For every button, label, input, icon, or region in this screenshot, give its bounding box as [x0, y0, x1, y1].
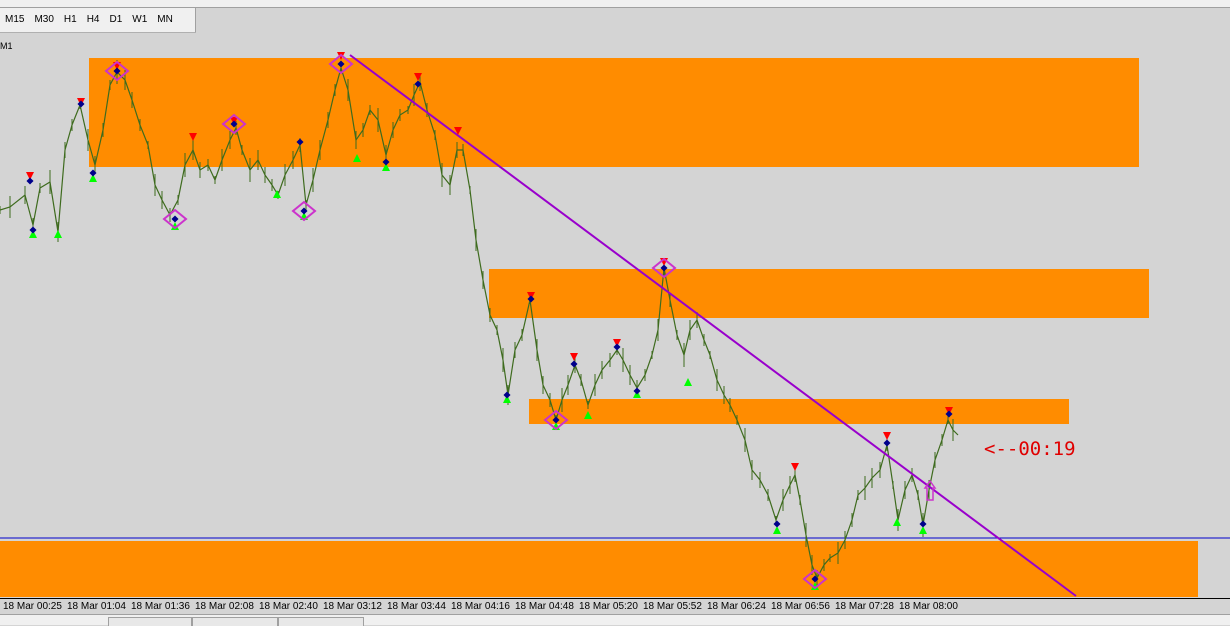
- pivot-dot: [29, 226, 37, 234]
- time-axis-label: 18 Mar 04:16: [451, 601, 510, 612]
- pivot-dot: [26, 177, 34, 185]
- pivot-dot: [171, 215, 179, 223]
- time-axis-label: 18 Mar 04:48: [515, 601, 574, 612]
- time-axis-label: 18 Mar 06:24: [707, 601, 766, 612]
- pivot-dot: [77, 100, 85, 108]
- fractal-up-arrow: [893, 518, 901, 526]
- time-axis-label: 18 Mar 07:28: [835, 601, 894, 612]
- time-axis-label: 18 Mar 02:40: [259, 601, 318, 612]
- pivot-dot: [883, 439, 891, 447]
- time-axis-label: 18 Mar 06:56: [771, 601, 830, 612]
- main-toolbar-strip: [0, 0, 1230, 8]
- supply-demand-zone: [0, 541, 1198, 597]
- pivot-dot: [919, 520, 927, 528]
- timeframe-h1[interactable]: H1: [59, 10, 82, 30]
- timeframe-w1[interactable]: W1: [127, 10, 152, 30]
- timeframe-m30[interactable]: M30: [29, 10, 58, 30]
- pivot-dot: [773, 520, 781, 528]
- chart-tabs-bar: [0, 614, 1230, 626]
- fractal-up-arrow: [54, 230, 62, 238]
- timeframe-m15[interactable]: M15: [0, 10, 29, 30]
- supply-demand-zone: [489, 269, 1149, 318]
- time-axis-label: 18 Mar 01:04: [67, 601, 126, 612]
- time-axis-label: 18 Mar 00:25: [3, 601, 62, 612]
- time-axis-label: 18 Mar 02:08: [195, 601, 254, 612]
- time-axis: 18 Mar 00:25 18 Mar 01:04 18 Mar 01:36 1…: [0, 598, 1230, 615]
- pivot-dot: [633, 387, 641, 395]
- chart-canvas[interactable]: [0, 33, 1230, 598]
- timeframe-h4[interactable]: H4: [82, 10, 105, 30]
- fractal-down-arrow: [791, 463, 799, 471]
- time-axis-label: 18 Mar 03:12: [323, 601, 382, 612]
- timeframe-d1[interactable]: D1: [105, 10, 128, 30]
- chart-tab[interactable]: [278, 617, 364, 626]
- fractal-down-arrow: [883, 432, 891, 440]
- timeframe-toolbar: M15 M30 H1 H4 D1 W1 MN: [0, 8, 196, 33]
- fractal-down-arrow: [570, 353, 578, 361]
- time-axis-label: 18 Mar 05:52: [643, 601, 702, 612]
- toolbar-separator: [195, 8, 196, 32]
- pivot-dot: [613, 343, 621, 351]
- bar-countdown-timer: <--00:19: [984, 438, 1076, 460]
- pivot-dot: [570, 360, 578, 368]
- chart-tab[interactable]: [192, 617, 278, 626]
- fractal-up-arrow: [684, 378, 692, 386]
- time-axis-label: 18 Mar 05:20: [579, 601, 638, 612]
- chart-symbol-label: M1: [0, 41, 13, 51]
- supply-demand-zone: [89, 58, 1139, 167]
- chart-tab[interactable]: [108, 617, 192, 626]
- supply-demand-zone: [529, 399, 1069, 424]
- time-axis-label: 18 Mar 01:36: [131, 601, 190, 612]
- price-chart[interactable]: [0, 33, 1230, 598]
- pivot-dot: [503, 391, 511, 399]
- time-axis-label: 18 Mar 08:00: [899, 601, 958, 612]
- time-axis-label: 18 Mar 03:44: [387, 601, 446, 612]
- timeframe-mn[interactable]: MN: [152, 10, 178, 30]
